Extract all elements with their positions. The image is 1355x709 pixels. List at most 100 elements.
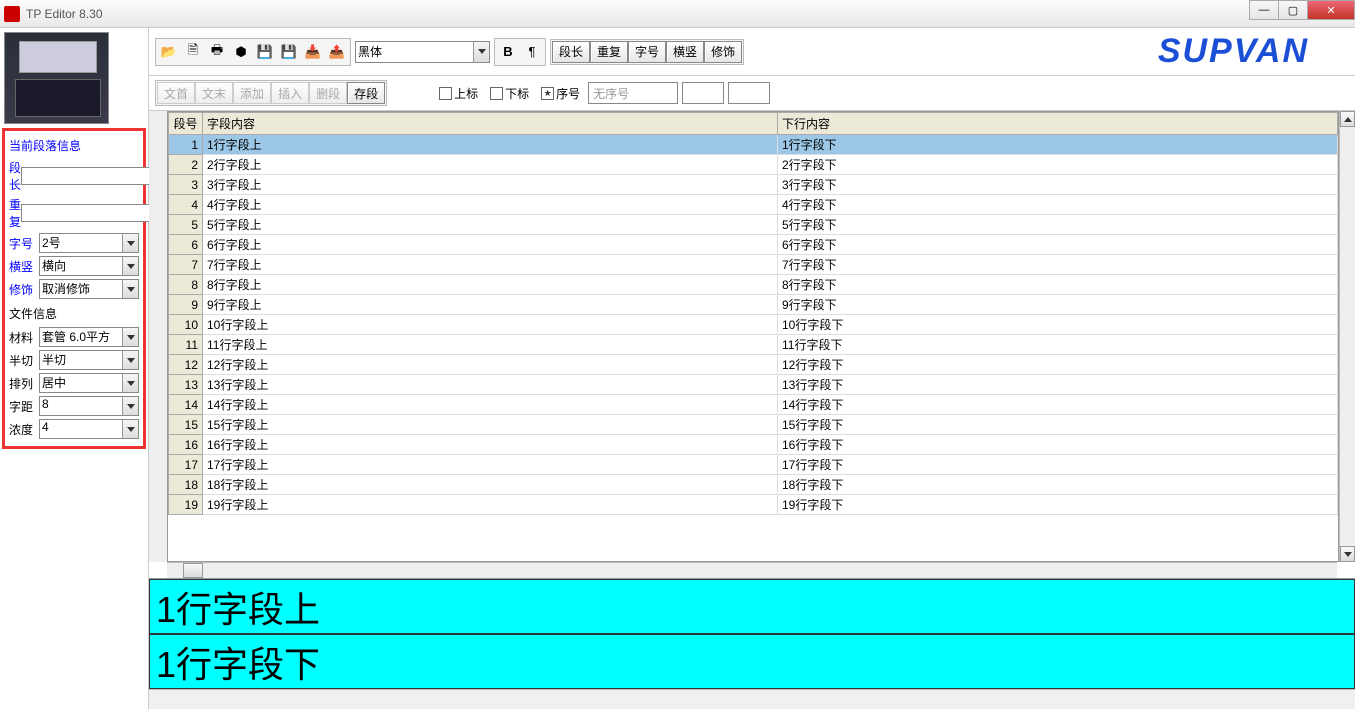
table-row[interactable]: 77行字段上7行字段下 [169,255,1338,275]
col-segno[interactable]: 段号 [169,113,203,135]
cell-up[interactable]: 8行字段上 [203,275,778,295]
row-number[interactable]: 7 [169,255,203,275]
sequence-type-input[interactable]: 无序号 [588,82,678,104]
scroll-up-icon[interactable] [1340,111,1355,127]
table-row[interactable]: 1515行字段上15行字段下 [169,415,1338,435]
cell-down[interactable]: 2行字段下 [778,155,1338,175]
cell-up[interactable]: 13行字段上 [203,375,778,395]
segment-横竖-button[interactable]: 横竖 [666,41,704,63]
import-icon[interactable]: 📥 [301,40,325,64]
row-number[interactable]: 9 [169,295,203,315]
row-number[interactable]: 6 [169,235,203,255]
table-row[interactable]: 1010行字段上10行字段下 [169,315,1338,335]
nav-文首-button[interactable]: 文首 [157,82,195,104]
table-row[interactable]: 1212行字段上12行字段下 [169,355,1338,375]
table-row[interactable]: 99行字段上9行字段下 [169,295,1338,315]
orient-select[interactable]: 横向 [39,256,139,276]
cell-up[interactable]: 11行字段上 [203,335,778,355]
table-row[interactable]: 22行字段上2行字段下 [169,155,1338,175]
seq-end-input[interactable] [728,82,770,104]
row-number[interactable]: 19 [169,495,203,515]
col-content-up[interactable]: 字段内容 [203,113,778,135]
sequence-check[interactable]: 序号 [537,85,584,102]
row-number[interactable]: 14 [169,395,203,415]
table-row[interactable]: 1717行字段上17行字段下 [169,455,1338,475]
superscript-check[interactable]: 上标 [435,85,482,102]
table-row[interactable]: 88行字段上8行字段下 [169,275,1338,295]
row-number[interactable]: 10 [169,315,203,335]
row-number[interactable]: 8 [169,275,203,295]
table-row[interactable]: 11行字段上1行字段下 [169,135,1338,155]
row-number[interactable]: 3 [169,175,203,195]
cell-up[interactable]: 1行字段上 [203,135,778,155]
cell-up[interactable]: 10行字段上 [203,315,778,335]
row-number[interactable]: 12 [169,355,203,375]
table-row[interactable]: 1919行字段上19行字段下 [169,495,1338,515]
cell-up[interactable]: 3行字段上 [203,175,778,195]
table-row[interactable]: 1818行字段上18行字段下 [169,475,1338,495]
horizontal-scrollbar[interactable] [167,562,1337,578]
row-number[interactable]: 15 [169,415,203,435]
table-row[interactable]: 1111行字段上11行字段下 [169,335,1338,355]
nav-存段-button[interactable]: 存段 [347,82,385,104]
paragraph-mark-button[interactable]: ¶ [520,40,544,64]
cell-up[interactable]: 5行字段上 [203,215,778,235]
vertical-scrollbar[interactable] [1339,111,1355,562]
row-number[interactable]: 1 [169,135,203,155]
row-number[interactable]: 13 [169,375,203,395]
cell-up[interactable]: 2行字段上 [203,155,778,175]
cell-up[interactable]: 9行字段上 [203,295,778,315]
cell-down[interactable]: 13行字段下 [778,375,1338,395]
cell-down[interactable]: 4行字段下 [778,195,1338,215]
cell-down[interactable]: 3行字段下 [778,175,1338,195]
scroll-down-icon[interactable] [1340,546,1355,562]
font-select[interactable]: 黑体 [355,41,490,63]
bold-button[interactable]: B [496,40,520,64]
row-number[interactable]: 17 [169,455,203,475]
segment-重复-button[interactable]: 重复 [590,41,628,63]
cell-up[interactable]: 19行字段上 [203,495,778,515]
align-select[interactable]: 居中 [39,373,139,393]
segment-字号-button[interactable]: 字号 [628,41,666,63]
minimize-button[interactable]: — [1249,0,1279,20]
close-button[interactable]: ✕ [1307,0,1355,20]
deco-select[interactable]: 取消修饰 [39,279,139,299]
open-icon[interactable]: 📂 [157,40,181,64]
cell-down[interactable]: 17行字段下 [778,455,1338,475]
cell-up[interactable]: 14行字段上 [203,395,778,415]
cell-down[interactable]: 5行字段下 [778,215,1338,235]
subscript-check[interactable]: 下标 [486,85,533,102]
material-select[interactable]: 套管 6.0平方 [39,327,139,347]
fontsize-select[interactable]: 2号 [39,233,139,253]
cell-up[interactable]: 15行字段上 [203,415,778,435]
saveas-icon[interactable]: 💾 [277,40,301,64]
nav-文末-button[interactable]: 文末 [195,82,233,104]
cell-down[interactable]: 16行字段下 [778,435,1338,455]
export-icon[interactable]: 📤 [325,40,349,64]
cell-down[interactable]: 1行字段下 [778,135,1338,155]
table-row[interactable]: 44行字段上4行字段下 [169,195,1338,215]
row-number[interactable]: 16 [169,435,203,455]
cell-down[interactable]: 8行字段下 [778,275,1338,295]
cell-down[interactable]: 10行字段下 [778,315,1338,335]
row-number[interactable]: 4 [169,195,203,215]
table-row[interactable]: 1616行字段上16行字段下 [169,435,1338,455]
row-number[interactable]: 5 [169,215,203,235]
cell-up[interactable]: 12行字段上 [203,355,778,375]
cell-up[interactable]: 16行字段上 [203,435,778,455]
cell-down[interactable]: 12行字段下 [778,355,1338,375]
table-row[interactable]: 1313行字段上13行字段下 [169,375,1338,395]
cell-up[interactable]: 17行字段上 [203,455,778,475]
cell-up[interactable]: 7行字段上 [203,255,778,275]
table-row[interactable]: 33行字段上3行字段下 [169,175,1338,195]
row-number[interactable]: 2 [169,155,203,175]
save-icon[interactable]: 💾 [253,40,277,64]
cell-down[interactable]: 15行字段下 [778,415,1338,435]
nav-插入-button[interactable]: 插入 [271,82,309,104]
table-row[interactable]: 55行字段上5行字段下 [169,215,1338,235]
cell-down[interactable]: 14行字段下 [778,395,1338,415]
data-grid[interactable]: 段号 字段内容 下行内容 11行字段上1行字段下22行字段上2行字段下33行字段… [167,111,1339,562]
cell-down[interactable]: 18行字段下 [778,475,1338,495]
cell-up[interactable]: 4行字段上 [203,195,778,215]
cell-down[interactable]: 19行字段下 [778,495,1338,515]
